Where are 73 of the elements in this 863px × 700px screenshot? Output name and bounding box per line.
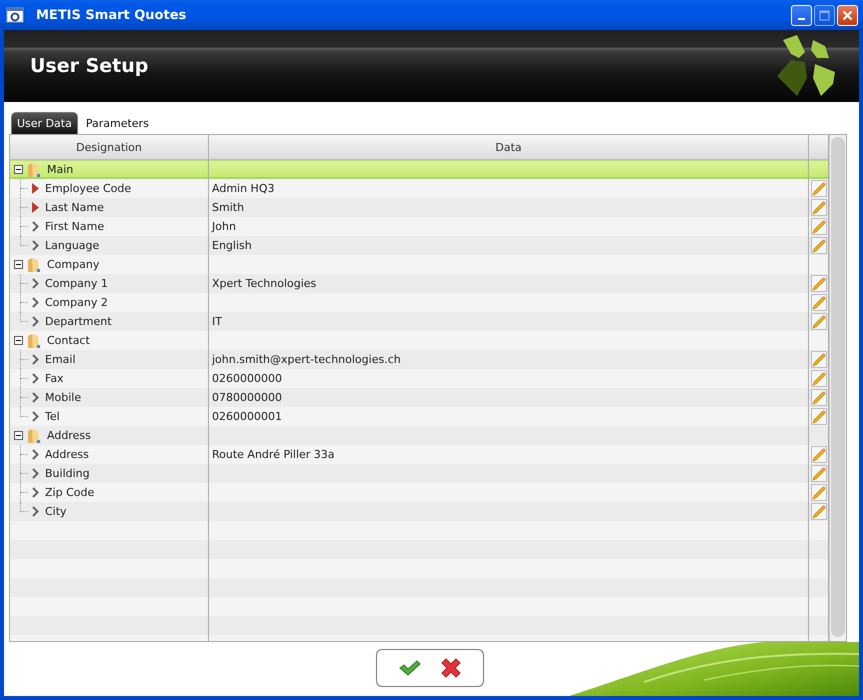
close-icon <box>842 10 853 20</box>
field-label: First Name <box>45 220 104 233</box>
pencil-icon[interactable] <box>810 351 826 368</box>
field-label: Mobile <box>45 391 82 404</box>
pencil-icon[interactable] <box>810 180 826 197</box>
folder-icon <box>27 428 41 444</box>
page-title: User Setup <box>30 55 148 77</box>
field-label: Company 2 <box>45 296 108 309</box>
collapse-button[interactable] <box>14 165 23 174</box>
app-icon <box>6 7 24 23</box>
close-icon <box>440 657 462 679</box>
scrollbar-thumb[interactable] <box>831 137 845 637</box>
field-label: Company 1 <box>45 277 108 290</box>
field-value: Smith <box>212 201 244 214</box>
minus-icon <box>15 337 22 344</box>
group-label: Main <box>47 163 74 176</box>
field-value: Admin HQ3 <box>212 182 274 195</box>
minimize-icon <box>798 18 805 20</box>
folder-icon <box>27 256 41 272</box>
field-value: English <box>212 239 252 252</box>
pencil-icon[interactable] <box>810 446 826 463</box>
field-value: IT <box>212 315 222 328</box>
field-value: Route André Piller 33a <box>212 448 335 461</box>
tab[interactable]: Parameters <box>80 112 154 134</box>
pencil-icon[interactable] <box>810 408 826 425</box>
column-header[interactable]: Designation <box>10 135 209 159</box>
field-value: 0780000000 <box>212 391 282 404</box>
field-label: Email <box>45 353 76 366</box>
pencil-icon[interactable] <box>810 237 826 254</box>
minus-icon <box>15 166 22 173</box>
tab[interactable]: User Data <box>11 112 78 134</box>
pencil-icon[interactable] <box>810 218 826 235</box>
pencil-icon[interactable] <box>810 465 826 482</box>
minus-icon <box>15 432 22 439</box>
pencil-icon[interactable] <box>810 484 826 501</box>
close-button[interactable] <box>837 4 858 26</box>
maximize-button[interactable] <box>814 4 835 26</box>
group-label: Company <box>47 258 100 271</box>
column-header[interactable]: Data <box>209 135 809 159</box>
pencil-icon[interactable] <box>810 389 826 406</box>
field-label: Department <box>45 315 112 328</box>
check-icon <box>398 659 420 677</box>
pencil-icon[interactable] <box>810 503 826 520</box>
pencil-icon[interactable] <box>810 199 826 216</box>
field-label: Employee Code <box>45 182 132 195</box>
field-value: john.smith@xpert-technologies.ch <box>212 353 401 366</box>
field-label: Address <box>45 448 89 461</box>
field-label: Last Name <box>45 201 104 214</box>
pencil-icon[interactable] <box>810 370 826 387</box>
field-label: City <box>45 505 67 518</box>
collapse-button[interactable] <box>14 336 23 345</box>
group-label: Contact <box>47 334 90 347</box>
collapse-button[interactable] <box>14 260 23 269</box>
group-label: Address <box>47 429 91 442</box>
field-value: 0260000001 <box>212 410 282 423</box>
field-value: Xpert Technologies <box>212 277 316 290</box>
minus-icon <box>15 261 22 268</box>
pencil-icon[interactable] <box>810 313 826 330</box>
field-label: Zip Code <box>45 486 94 499</box>
field-label: Language <box>45 239 100 252</box>
folder-icon <box>27 332 41 348</box>
collapse-button[interactable] <box>14 431 23 440</box>
pencil-icon[interactable] <box>810 275 826 292</box>
folder-icon <box>27 162 41 178</box>
field-label: Fax <box>45 372 64 385</box>
field-label: Tel <box>45 410 60 423</box>
minimize-button[interactable] <box>791 4 812 26</box>
window-title: METIS Smart Quotes <box>36 8 188 22</box>
field-value: 0260000000 <box>212 372 282 385</box>
field-label: Building <box>45 467 90 480</box>
maximize-icon <box>819 10 830 20</box>
pencil-icon[interactable] <box>810 294 826 311</box>
field-value: John <box>212 220 236 233</box>
